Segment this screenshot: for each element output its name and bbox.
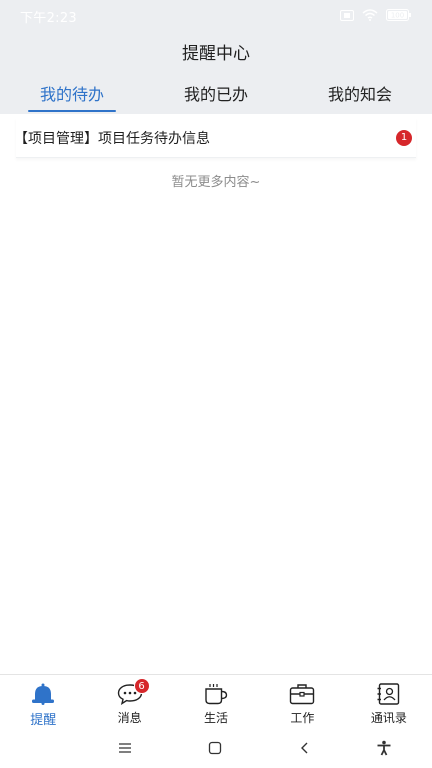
page-title: 提醒中心 xyxy=(182,43,250,64)
battery-level: 100 xyxy=(391,12,404,20)
contacts-icon xyxy=(376,683,402,705)
title-bar: 提醒中心 xyxy=(0,30,432,72)
unread-badge: 1 xyxy=(396,129,412,146)
tab-label: 我的待办 xyxy=(39,85,104,104)
status-bar: 下午2:23 100 xyxy=(0,0,432,30)
nav-item-life[interactable]: 生活 xyxy=(173,675,259,730)
briefcase-icon xyxy=(289,683,315,705)
sim-icon xyxy=(340,9,354,21)
status-time: 下午2:23 xyxy=(20,11,77,26)
chat-icon: 6 xyxy=(117,678,150,705)
back-icon[interactable] xyxy=(298,740,312,759)
tab-active-indicator xyxy=(28,110,116,112)
tab-my-done[interactable]: 我的已办 xyxy=(144,72,288,114)
home-icon[interactable] xyxy=(208,740,222,759)
system-nav-bar xyxy=(0,730,432,768)
todo-list: 【项目管理】项目任务待办信息 1 xyxy=(0,114,432,158)
nav-item-remind[interactable]: 提醒 xyxy=(0,675,86,730)
nav-label: 工作 xyxy=(290,711,315,725)
wifi-icon xyxy=(362,9,378,21)
message-count-badge: 6 xyxy=(133,678,150,694)
tab-bar: 我的待办 我的已办 我的知会 xyxy=(0,72,432,114)
status-icons: 100 xyxy=(340,8,412,22)
tab-label: 我的已办 xyxy=(183,85,248,104)
cup-icon xyxy=(203,683,229,705)
accessibility-icon[interactable] xyxy=(376,740,392,760)
tab-my-todo[interactable]: 我的待办 xyxy=(0,72,144,114)
battery-icon: 100 xyxy=(386,9,412,21)
nav-label: 通讯录 xyxy=(370,711,407,725)
header-area: 下午2:23 100 提醒中心 我的待办 我的已办 我的知会 xyxy=(0,0,432,114)
nav-label: 消息 xyxy=(117,711,142,725)
bell-icon xyxy=(30,683,56,705)
menu-icon[interactable] xyxy=(118,740,132,759)
nav-label: 生活 xyxy=(204,711,229,725)
nav-item-work[interactable]: 工作 xyxy=(259,675,345,730)
list-item[interactable]: 【项目管理】项目任务待办信息 1 xyxy=(14,118,416,158)
nav-item-messages[interactable]: 6 消息 xyxy=(86,675,172,730)
list-item-title: 【项目管理】项目任务待办信息 xyxy=(14,130,210,147)
tab-label: 我的知会 xyxy=(327,85,392,104)
nav-label: 提醒 xyxy=(30,713,57,728)
nav-item-contacts[interactable]: 通讯录 xyxy=(346,675,432,730)
bottom-nav: 提醒 6 消息 生活 工作 通讯录 xyxy=(0,674,432,730)
tab-my-notify[interactable]: 我的知会 xyxy=(288,72,432,114)
empty-tip: 暂无更多内容~ xyxy=(171,175,261,190)
